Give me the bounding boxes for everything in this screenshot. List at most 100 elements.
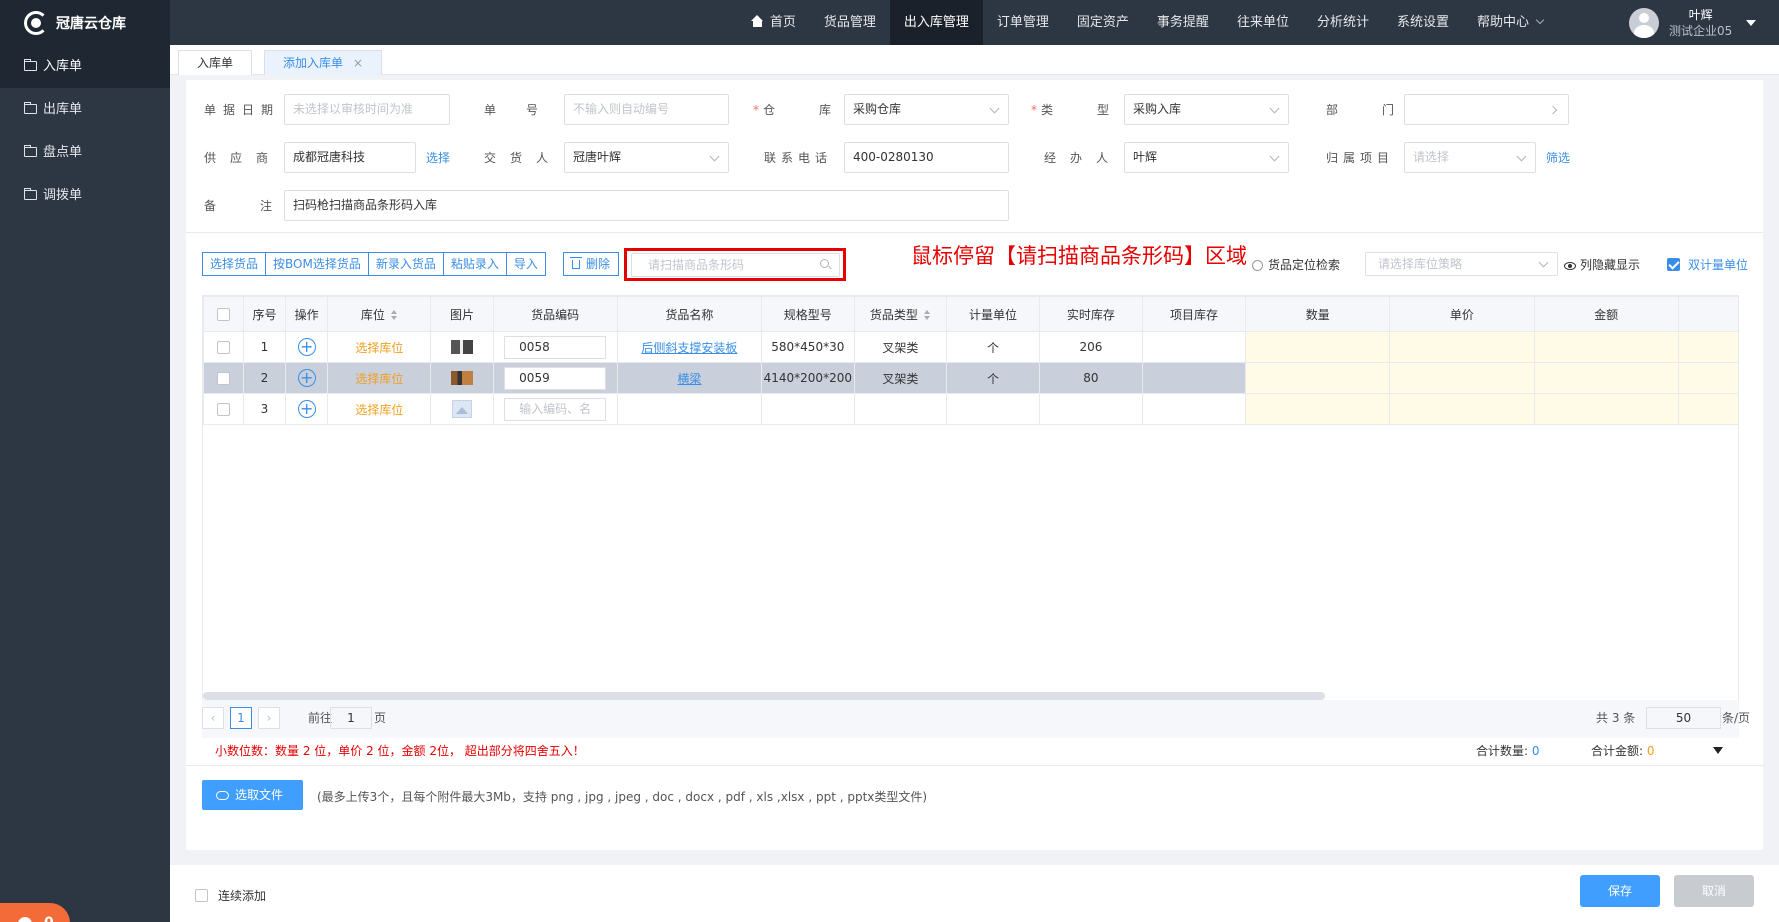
upload-file-button[interactable]: 选取文件 xyxy=(202,780,303,810)
deliverer-select[interactable]: 冠唐叶辉 xyxy=(564,142,729,173)
row-select-cell[interactable] xyxy=(203,331,244,363)
row-amount[interactable] xyxy=(1533,362,1679,394)
nav-partners[interactable]: 往来单位 xyxy=(1223,0,1303,45)
select-goods-button[interactable]: 选择货品 xyxy=(202,252,267,276)
horizontal-scrollbar[interactable] xyxy=(203,692,1325,700)
row-remark[interactable] xyxy=(1677,393,1738,425)
row-image[interactable] xyxy=(430,393,494,425)
tab-inbound-list[interactable]: 入库单 xyxy=(178,50,253,75)
row-select-cell[interactable] xyxy=(203,362,244,394)
close-icon[interactable]: × xyxy=(353,56,363,70)
goto-page-input[interactable]: 1 xyxy=(330,707,372,729)
sidebar-item-transfer[interactable]: 调拨单 xyxy=(0,174,170,217)
row-qty[interactable] xyxy=(1245,393,1391,425)
row-checkbox[interactable] xyxy=(216,372,230,385)
row-checkbox[interactable] xyxy=(216,341,230,354)
sidebar-item-stocktake[interactable]: 盘点单 xyxy=(0,131,170,174)
barcode-scan-input[interactable]: 请扫描商品条形码 xyxy=(631,253,840,277)
bom-select-button[interactable]: 按BOM选择货品 xyxy=(266,252,369,276)
row-name[interactable]: 后侧斜支撑安装板 xyxy=(616,331,763,363)
remark-input[interactable]: 扫码枪扫描商品条形码入库 xyxy=(284,190,1009,221)
sort-icon[interactable] xyxy=(923,309,931,320)
row-code[interactable]: 0059 xyxy=(492,362,618,394)
product-name-link[interactable]: 后侧斜支撑安装板 xyxy=(641,341,737,355)
image-placeholder-icon[interactable] xyxy=(451,400,472,418)
row-price[interactable] xyxy=(1389,393,1535,425)
code-input[interactable]: 0058 xyxy=(504,335,607,359)
save-button[interactable]: 保存 xyxy=(1580,875,1660,907)
expand-totals-icon[interactable] xyxy=(1713,747,1723,754)
col-type[interactable]: 货品类型 xyxy=(853,296,948,332)
col-location[interactable]: 库位 xyxy=(327,296,432,332)
dept-select[interactable] xyxy=(1404,94,1569,125)
no-input[interactable]: 不输入则自动编号 xyxy=(564,94,729,125)
row-code[interactable]: 0058 xyxy=(492,331,618,363)
add-row-icon[interactable]: + xyxy=(297,400,316,418)
product-thumbnail[interactable] xyxy=(450,340,473,355)
supplier-input[interactable]: 成都冠唐科技 xyxy=(284,142,416,173)
nav-analytics[interactable]: 分析统计 xyxy=(1303,0,1383,45)
sidebar-item-outbound[interactable]: 出库单 xyxy=(0,88,170,131)
row-remark[interactable] xyxy=(1677,331,1738,363)
row-amount[interactable] xyxy=(1533,331,1679,363)
product-thumbnail[interactable] xyxy=(450,371,473,386)
next-page-button[interactable]: › xyxy=(258,707,280,729)
select-all-checkbox[interactable] xyxy=(216,308,230,321)
code-input[interactable]: 输入编码、名 xyxy=(504,397,607,421)
supplier-select-link[interactable]: 选择 xyxy=(426,142,450,174)
nav-settings[interactable]: 系统设置 xyxy=(1383,0,1463,45)
table-row[interactable]: 2 + 选择库位 0059 横梁 4140*200*200 叉架类 个 80 xyxy=(203,362,1738,394)
phone-input[interactable]: 400-0280130 xyxy=(844,142,1009,173)
project-select[interactable]: 请选择 xyxy=(1404,142,1536,173)
eye-icon[interactable] xyxy=(1564,262,1576,270)
dual-unit-checkbox[interactable] xyxy=(1667,258,1680,271)
row-location[interactable]: 选择库位 xyxy=(327,331,432,363)
select-location-link[interactable]: 选择库位 xyxy=(355,372,403,386)
project-filter-link[interactable]: 筛选 xyxy=(1546,142,1570,174)
row-remark[interactable] xyxy=(1677,362,1738,394)
select-all-cell[interactable] xyxy=(203,296,244,332)
row-price[interactable] xyxy=(1389,331,1535,363)
row-image[interactable] xyxy=(430,362,494,394)
row-location[interactable]: 选择库位 xyxy=(327,362,432,394)
row-code[interactable]: 输入编码、名 xyxy=(492,393,618,425)
nav-reminders[interactable]: 事务提醒 xyxy=(1143,0,1223,45)
continue-add-checkbox[interactable] xyxy=(195,889,208,902)
row-qty[interactable] xyxy=(1245,362,1391,394)
row-price[interactable] xyxy=(1389,362,1535,394)
paste-entry-button[interactable]: 粘贴录入 xyxy=(443,252,507,276)
alert-badge[interactable]: 0 xyxy=(0,903,70,922)
cancel-button[interactable]: 取消 xyxy=(1674,875,1754,907)
nav-help[interactable]: 帮助中心 xyxy=(1463,0,1557,45)
row-location[interactable]: 选择库位 xyxy=(327,393,432,425)
warehouse-select[interactable]: 采购仓库 xyxy=(844,94,1009,125)
prev-page-button[interactable]: ‹ xyxy=(202,707,224,729)
add-row-icon[interactable]: + xyxy=(297,338,316,356)
handler-select[interactable]: 叶辉 xyxy=(1124,142,1289,173)
row-name[interactable]: 横梁 xyxy=(616,362,763,394)
caret-down-icon[interactable] xyxy=(1746,19,1757,26)
product-name-link[interactable]: 横梁 xyxy=(677,372,701,386)
row-image[interactable] xyxy=(430,331,494,363)
page-1-button[interactable]: 1 xyxy=(230,707,252,729)
row-amount[interactable] xyxy=(1533,393,1679,425)
row-qty[interactable] xyxy=(1245,331,1391,363)
sidebar-item-inbound[interactable]: 入库单 xyxy=(0,45,170,88)
code-input[interactable]: 0059 xyxy=(504,366,607,390)
delete-button[interactable]: 删除 xyxy=(563,252,620,276)
type-select[interactable]: 采购入库 xyxy=(1124,94,1289,125)
import-button[interactable]: 导入 xyxy=(506,252,546,276)
app-logo[interactable]: 冠唐云仓库 xyxy=(0,0,170,45)
row-select-cell[interactable] xyxy=(203,393,244,425)
table-row[interactable]: 1 + 选择库位 0058 后侧斜支撑安装板 580*450*30 叉架类 个 … xyxy=(203,331,1738,363)
locate-radio[interactable] xyxy=(1252,260,1263,271)
add-row-icon[interactable]: + xyxy=(297,369,316,387)
sort-icon[interactable] xyxy=(390,309,398,320)
nav-assets[interactable]: 固定资产 xyxy=(1063,0,1143,45)
location-strategy-select[interactable]: 请选择库位策略 xyxy=(1365,252,1558,276)
table-row[interactable]: 3 + 选择库位 输入编码、名 xyxy=(203,393,1738,425)
nav-inout[interactable]: 出入库管理 xyxy=(889,0,983,45)
nav-orders[interactable]: 订单管理 xyxy=(983,0,1063,45)
nav-home[interactable]: 首页 xyxy=(737,0,810,45)
page-size-select[interactable]: 50 xyxy=(1646,707,1721,729)
